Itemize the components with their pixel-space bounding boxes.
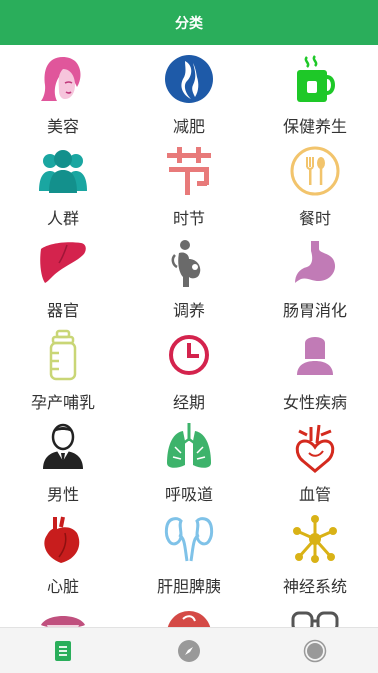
red-circle-icon xyxy=(161,603,217,627)
tab-discover[interactable] xyxy=(126,628,252,673)
man-suit-icon xyxy=(35,419,91,475)
woman-face-icon xyxy=(35,51,91,107)
category-label: 呼吸道 xyxy=(164,485,213,504)
heart-organ-icon xyxy=(35,511,91,567)
list-icon xyxy=(51,639,75,663)
neuron-icon xyxy=(287,511,343,567)
category-eyes[interactable] xyxy=(252,597,378,627)
category-season[interactable]: 时节 xyxy=(126,137,252,229)
tea-cup-icon xyxy=(287,51,343,107)
category-label: 经期 xyxy=(172,393,205,412)
category-menstrual[interactable]: 经期 xyxy=(126,321,252,413)
mouth-icon xyxy=(35,603,91,627)
category-label: 美容 xyxy=(46,117,79,136)
category-heart[interactable]: 心脏 xyxy=(0,505,126,597)
category-label: 减肥 xyxy=(172,117,205,136)
category-label: 神经系统 xyxy=(282,577,347,596)
category-weight-loss[interactable]: 减肥 xyxy=(126,45,252,137)
category-label: 心脏 xyxy=(46,577,79,596)
compass-icon xyxy=(177,639,201,663)
category-grid: 美容 减肥 保健养生 人群 时节 餐时 器官 调养 肠胃消化 孕产哺乳 经期 女… xyxy=(0,45,378,627)
category-label: 人群 xyxy=(46,209,79,228)
category-label: 血管 xyxy=(298,485,331,504)
woman-bust-icon xyxy=(287,327,343,383)
category-label: 肠胃消化 xyxy=(282,301,347,320)
liver-icon xyxy=(35,235,91,291)
category-label: 保健养生 xyxy=(282,117,347,136)
category-label: 女性疾病 xyxy=(282,393,347,412)
lungs-icon xyxy=(161,419,217,475)
kidneys-icon xyxy=(161,511,217,567)
category-crowd[interactable]: 人群 xyxy=(0,137,126,229)
tab-profile[interactable] xyxy=(252,628,378,673)
category-label: 孕产哺乳 xyxy=(30,393,95,412)
category-label: 调养 xyxy=(172,301,205,320)
category-red-circle[interactable] xyxy=(126,597,252,627)
category-women-disease[interactable]: 女性疾病 xyxy=(252,321,378,413)
people-group-icon xyxy=(35,143,91,199)
app-header: 分类 xyxy=(0,0,378,45)
category-male[interactable]: 男性 xyxy=(0,413,126,505)
category-label: 时节 xyxy=(172,209,205,228)
fork-spoon-icon xyxy=(287,143,343,199)
user-circle-icon xyxy=(303,639,327,663)
category-beauty[interactable]: 美容 xyxy=(0,45,126,137)
category-digestion[interactable]: 肠胃消化 xyxy=(252,229,378,321)
category-label: 男性 xyxy=(46,485,79,504)
baby-bottle-icon xyxy=(35,327,91,383)
category-liver-pancreas[interactable]: 肝胆脾胰 xyxy=(126,505,252,597)
glasses-icon xyxy=(287,603,343,627)
category-label: 餐时 xyxy=(298,209,331,228)
clock-icon xyxy=(161,327,217,383)
category-nervous-system[interactable]: 神经系统 xyxy=(252,505,378,597)
bottom-tab-bar xyxy=(0,627,378,673)
pregnant-figure-icon xyxy=(161,235,217,291)
stomach-icon xyxy=(287,235,343,291)
category-respiratory[interactable]: 呼吸道 xyxy=(126,413,252,505)
category-pregnancy[interactable]: 孕产哺乳 xyxy=(0,321,126,413)
category-health-care[interactable]: 保健养生 xyxy=(252,45,378,137)
heart-vessels-icon xyxy=(287,419,343,475)
category-meal-time[interactable]: 餐时 xyxy=(252,137,378,229)
tab-category[interactable] xyxy=(0,628,126,673)
category-label: 肝胆脾胰 xyxy=(156,577,221,596)
category-recuperate[interactable]: 调养 xyxy=(126,229,252,321)
category-blood-vessels[interactable]: 血管 xyxy=(252,413,378,505)
page-title: 分类 xyxy=(175,15,203,32)
category-label: 器官 xyxy=(46,301,79,320)
category-organs[interactable]: 器官 xyxy=(0,229,126,321)
body-silhouette-icon xyxy=(161,51,217,107)
category-mouth[interactable] xyxy=(0,597,126,627)
festival-char-icon xyxy=(161,143,217,199)
